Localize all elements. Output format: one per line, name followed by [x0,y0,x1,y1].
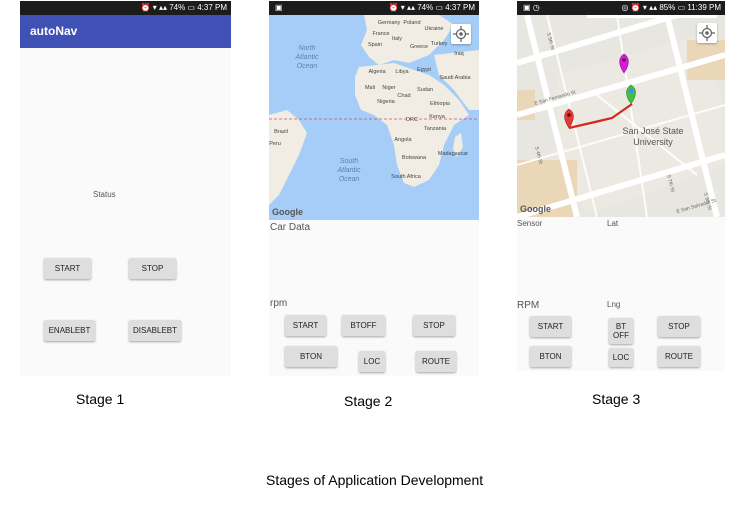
country-label-kenya: Kenya [429,114,446,120]
status-bar-info: ◎ ⏰ ▾ ▴▴ 85% ▭ 11:39 PM [621,3,721,12]
status-bar: ▣ ◷ ◎ ⏰ ▾ ▴▴ 85% ▭ 11:39 PM [517,1,725,15]
country-label-tanzania: Tanzania [424,126,447,132]
country-label-algeria: Algeria [368,69,386,75]
rpm-label: RPM [517,300,540,311]
country-label-botswana: Botswana [402,155,427,161]
status-bar: ⏰ ▾ ▴▴ 74% ▭ 4:37 PM [20,1,231,15]
stage3-caption: Stage 3 [592,391,641,407]
country-label-france: France [372,31,389,37]
stage1-caption: Stage 1 [76,391,125,407]
country-label-ethiopia: Ethiopia [430,101,451,107]
stop-button[interactable]: STOP [413,315,455,336]
country-label-poland: Poland [403,20,420,26]
svg-text:Ocean: Ocean [339,176,360,183]
stage2-caption: Stage 2 [344,393,393,409]
street-label-s-5th: S 5th St [545,32,556,51]
country-label-chad: Chad [397,93,410,99]
status-bar-info: ⏰ ▾ ▴▴ 74% ▭ 4:37 PM [388,3,475,12]
my-location-icon [699,25,715,41]
start-button[interactable]: START [285,315,326,336]
loc-button[interactable]: LOC [359,351,385,372]
app-title: autoNav [30,24,78,38]
country-label-angola: Angola [394,137,412,143]
btoff-button[interactable]: BTOFF [342,315,385,336]
lng-label: Lng [607,300,621,309]
image-notification-icon: ▣ [275,3,283,12]
enablebt-button[interactable]: ENABLEBT [44,320,95,341]
my-location-button[interactable] [451,24,471,44]
country-label-drc: DRC [406,117,418,123]
country-label-niger: Niger [382,85,395,91]
country-label-egypt: Egypt [417,67,432,73]
world-map[interactable]: North Atlantic Ocean South Atlantic Ocea… [269,15,479,220]
country-label-nigeria: Nigeria [377,99,395,105]
my-location-button[interactable] [697,23,717,43]
bton-button[interactable]: BTON [530,346,571,367]
route-button[interactable]: ROUTE [658,346,700,367]
country-label-south-africa: South Africa [391,174,422,180]
north-atlantic-label: North [298,45,315,52]
country-label-madagascar: Madagascar [438,151,468,157]
country-label-iraq: Iraq [454,51,463,57]
country-label-brazil: Brazil [274,129,288,135]
country-label-italy: Italy [392,36,402,42]
status-label: Status [93,190,116,199]
country-label-saudi-arabia: Saudi Arabia [439,75,471,81]
lat-label: Lat [607,219,619,228]
status-bar-info: ⏰ ▾ ▴▴ 74% ▭ 4:37 PM [140,3,227,12]
country-label-ukraine: Ukraine [425,26,444,32]
svg-text:Atlantic: Atlantic [337,167,361,174]
start-button[interactable]: START [530,316,571,337]
app-bar: autoNav [20,15,231,48]
stage1-phone: ⏰ ▾ ▴▴ 74% ▭ 4:37 PM autoNav Status STAR… [20,1,231,376]
google-logo: Google [272,207,303,217]
my-location-icon [453,26,469,42]
car-data-label: Car Data [270,222,311,233]
university-label-line1: San José State [622,126,683,136]
status-bar: ▣ ⏰ ▾ ▴▴ 74% ▭ 4:37 PM [269,1,479,15]
country-label-libya: Libya [395,69,409,75]
figure-caption: Stages of Application Development [266,472,484,488]
campus-map-streets: E San Fernando St E San Salvador St S 5t… [517,15,725,217]
stage3-phone: ▣ ◷ ◎ ⏰ ▾ ▴▴ 85% ▭ 11:39 PM E San Fernan… [517,1,725,371]
bton-button[interactable]: BTON [285,346,337,367]
country-label-sudan: Sudan [417,87,433,93]
stage2-phone: ▣ ⏰ ▾ ▴▴ 74% ▭ 4:37 PM North Atlantic Oc… [269,1,479,376]
stop-button[interactable]: STOP [129,258,176,279]
south-america-land [269,110,307,205]
country-label-mali: Mali [365,85,375,91]
svg-text:Ocean: Ocean [297,63,318,70]
south-atlantic-label: South [340,158,358,165]
rpm-label: rpm [270,298,288,309]
stop-button[interactable]: STOP [658,316,700,337]
country-label-spain: Spain [368,42,382,48]
loc-button[interactable]: LOC [609,348,633,367]
route-button[interactable]: ROUTE [416,351,456,372]
sensor-label: Sensor [517,219,543,228]
notification-icons: ▣ ◷ [523,3,540,12]
disablebt-button[interactable]: DISABLEBT [129,320,181,341]
world-map-land: North Atlantic Ocean South Atlantic Ocea… [269,15,479,205]
country-label-turkey: Turkey [431,41,448,47]
google-logo: Google [520,204,551,214]
bt-off-button[interactable]: BT OFF [609,318,633,344]
start-button[interactable]: START [44,258,91,279]
university-label-line2: University [633,137,673,147]
svg-text:Atlantic: Atlantic [295,54,319,61]
country-label-germany: Germany [378,20,401,26]
country-label-greece: Greece [410,44,428,50]
campus-map[interactable]: E San Fernando St E San Salvador St S 5t… [517,15,725,217]
country-label-peru: Peru [269,141,281,147]
